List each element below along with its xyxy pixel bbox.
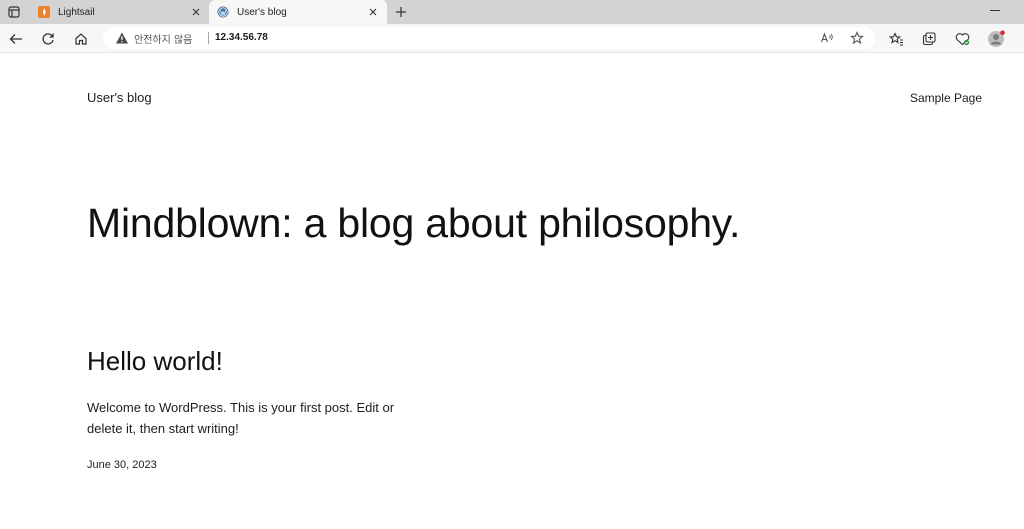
tab-label: User's blog [237,6,287,18]
tab-strip: Lightsail User's blog [0,0,1024,24]
tab-label: Lightsail [58,6,95,18]
minimize-icon[interactable] [990,10,1000,11]
security-status[interactable]: 안전하지 않음 [134,31,192,46]
post-excerpt: Welcome to WordPress. This is your first… [87,400,395,436]
lightsail-icon [38,6,50,18]
favorites-icon[interactable] [886,29,906,49]
post-title-link[interactable]: Hello world! [87,346,223,377]
home-icon[interactable] [71,29,91,49]
refresh-icon[interactable] [38,29,58,49]
web-page: User's blog Sample Page Mindblown: a blo… [0,54,1024,529]
wordpress-icon [217,6,229,18]
back-icon[interactable] [6,29,26,49]
page-tagline: Mindblown: a blog about philosophy. [87,200,741,246]
tab-users-blog[interactable]: User's blog [209,0,387,24]
nav-link-sample-page[interactable]: Sample Page [910,91,982,105]
tab-lightsail[interactable]: Lightsail [30,0,210,24]
collections-icon[interactable] [919,29,939,49]
post-date: June 30, 2023 [87,459,157,471]
address-divider [208,32,209,44]
warning-icon[interactable] [115,31,129,45]
address-bar[interactable]: 안전하지 않음 12.34.56.78 [103,27,875,49]
profile-avatar-icon[interactable] [986,29,1006,49]
browser-essentials-icon[interactable] [952,29,972,49]
close-icon[interactable] [365,4,381,20]
site-title-link[interactable]: User's blog [87,90,152,105]
read-aloud-icon[interactable] [819,30,835,46]
tab-actions-icon[interactable] [4,2,24,22]
favorite-star-icon[interactable] [849,30,865,46]
browser-toolbar: 안전하지 않음 12.34.56.78 [0,24,1024,53]
url-text[interactable]: 12.34.56.78 [215,32,268,43]
new-tab-icon[interactable] [392,3,410,21]
close-icon[interactable] [188,4,204,20]
